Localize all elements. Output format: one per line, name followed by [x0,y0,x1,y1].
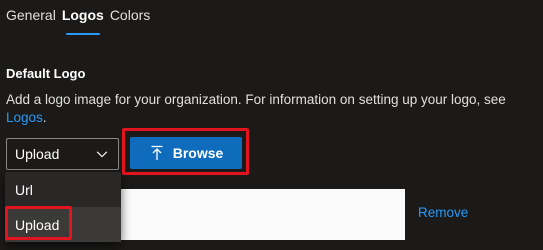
dropdown-value: Upload [15,146,60,162]
remove-link[interactable]: Remove [418,205,468,220]
chevron-down-icon [96,151,108,158]
browse-button[interactable]: Browse [130,137,242,169]
logo-preview [121,189,405,240]
dropdown-menu: Url Upload [5,172,121,242]
logo-settings-panel: General Logos Colors Default Logo Add a … [0,0,543,250]
section-description: Add a logo image for your organization. … [6,91,541,127]
description-end: . [42,110,47,125]
section-title: Default Logo [6,66,86,81]
menu-item-url[interactable]: Url [5,172,121,207]
tab-colors[interactable]: Colors [110,6,150,34]
tab-bar: General Logos Colors [6,6,150,35]
tab-general[interactable]: General [6,6,56,34]
browse-label: Browse [172,145,224,161]
upload-arrow-icon [151,145,163,160]
tab-logos[interactable]: Logos [62,6,104,35]
logos-link[interactable]: Logos [6,110,43,125]
description-text: Add a logo image for your organization. … [6,92,506,107]
upload-highlight-box [5,206,72,240]
logo-source-dropdown[interactable]: Upload [6,138,119,170]
